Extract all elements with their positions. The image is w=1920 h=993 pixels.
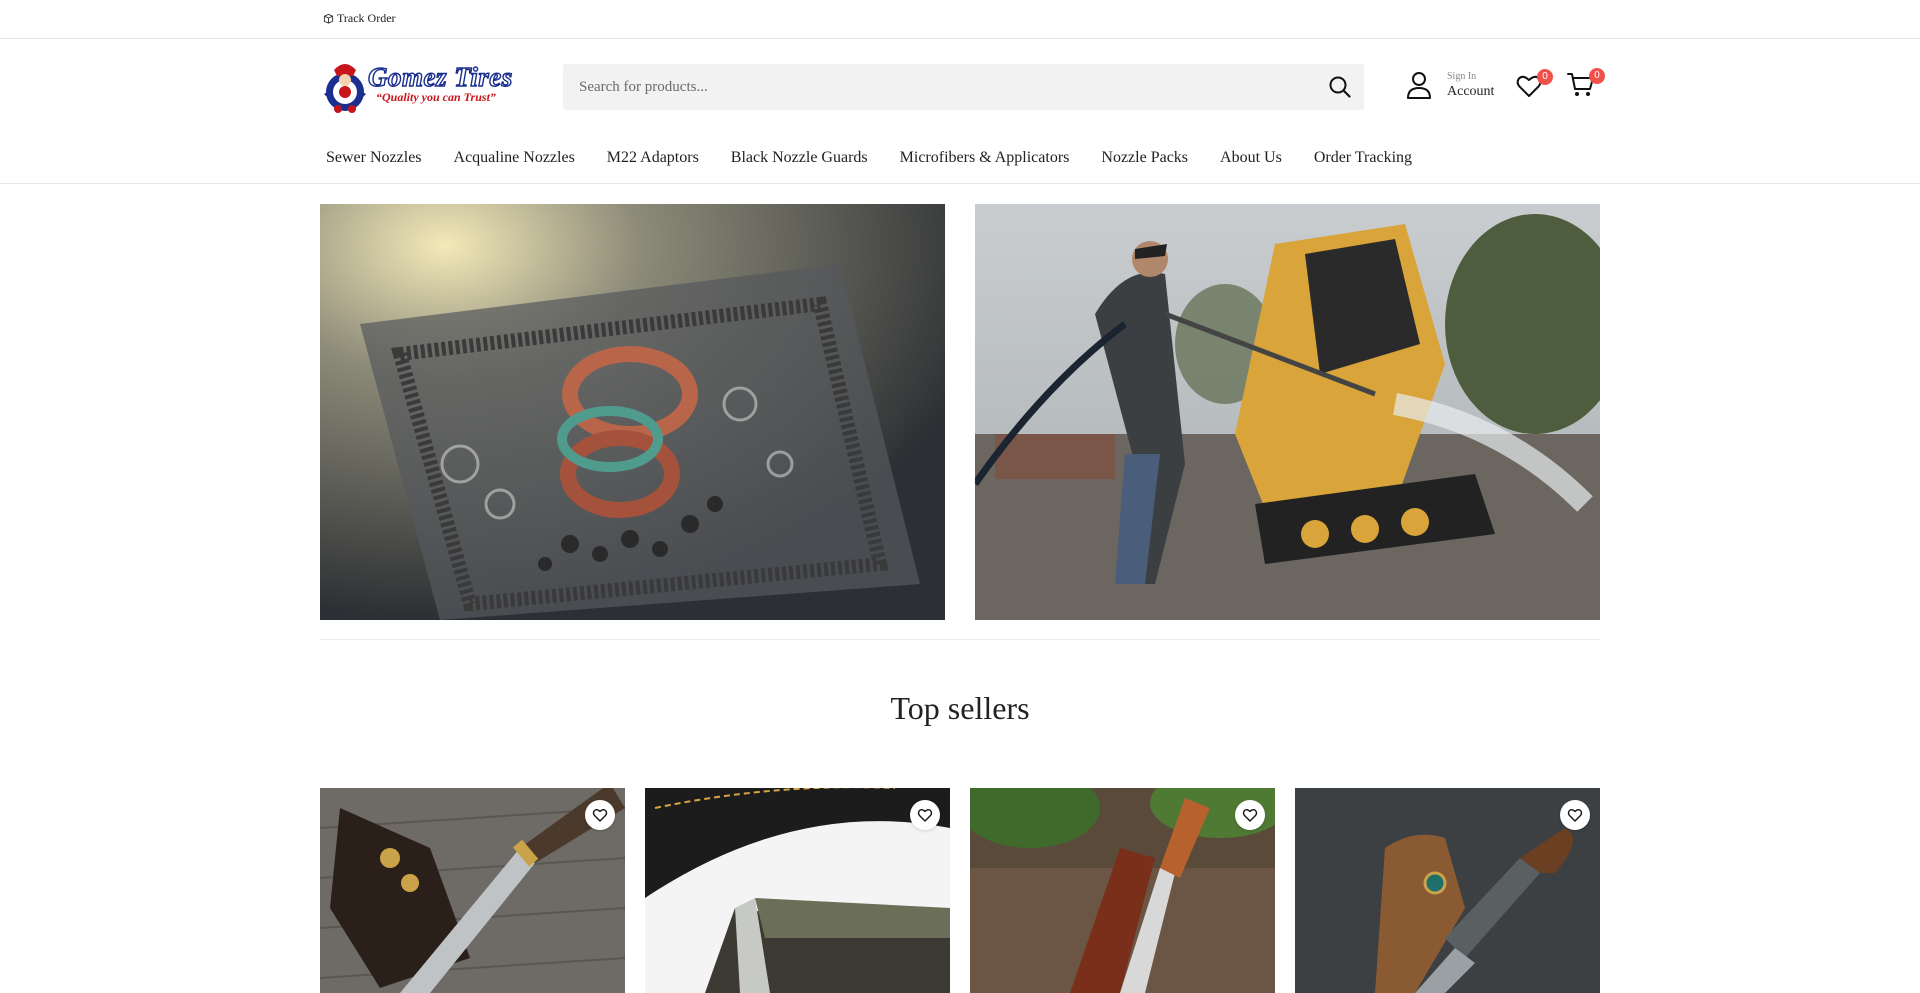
add-to-wishlist-button[interactable] — [1235, 800, 1265, 830]
heart-icon — [917, 809, 933, 822]
section-divider — [320, 639, 1600, 640]
search-bar — [563, 64, 1364, 110]
search-icon[interactable] — [1328, 75, 1352, 99]
add-to-wishlist-button[interactable] — [1560, 800, 1590, 830]
package-icon — [323, 13, 334, 24]
cart-button[interactable]: 0 — [1567, 68, 1605, 99]
product-card[interactable] — [1295, 788, 1600, 993]
search-input[interactable] — [563, 64, 1303, 110]
heart-icon — [1242, 809, 1258, 822]
account-label: Account — [1447, 83, 1495, 99]
nav-item-microfibers-applicators[interactable]: Microfibers & Applicators — [900, 149, 1070, 167]
add-to-wishlist-button[interactable] — [585, 800, 615, 830]
top-sellers-heading: Top sellers — [890, 690, 1030, 726]
logo-slogan: “Quality you can Trust” — [376, 90, 496, 104]
nav-item-black-nozzle-guards[interactable]: Black Nozzle Guards — [731, 149, 868, 167]
logo-wordmark: Gomez Tires — [367, 61, 513, 92]
wishlist-button[interactable]: 0 — [1515, 69, 1553, 100]
gasket-kit-photo — [320, 204, 945, 620]
nav-item-sewer-nozzles[interactable]: Sewer Nozzles — [326, 149, 422, 167]
account-link[interactable]: Sign In Account — [1405, 70, 1494, 100]
cart-count-badge: 0 — [1589, 68, 1605, 84]
banner-gaskets-image[interactable] — [320, 204, 945, 620]
nav-item-m22-adaptors[interactable]: M22 Adaptors — [607, 149, 699, 167]
top-bar: Track Order — [0, 0, 1920, 39]
heart-icon — [1567, 809, 1583, 822]
user-icon — [1407, 72, 1431, 99]
add-to-wishlist-button[interactable] — [910, 800, 940, 830]
product-image — [970, 788, 1275, 993]
main-nav: Sewer Nozzles Acqualine Nozzles M22 Adap… — [0, 140, 1920, 184]
product-image — [645, 788, 950, 993]
heart-icon — [592, 809, 608, 822]
logo-mascot-icon — [324, 64, 366, 113]
nav-item-acqualine-nozzles[interactable]: Acqualine Nozzles — [454, 149, 575, 167]
track-order-label: Track Order — [337, 11, 396, 25]
site-logo[interactable]: Gomez Tires “Quality you can Trust” — [320, 60, 518, 114]
track-order-link[interactable]: Track Order — [323, 11, 396, 26]
product-card[interactable] — [645, 788, 950, 993]
product-image — [1295, 788, 1600, 993]
nav-item-order-tracking[interactable]: Order Tracking — [1314, 149, 1412, 167]
nav-item-nozzle-packs[interactable]: Nozzle Packs — [1101, 149, 1188, 167]
banner-pressure-washing-image[interactable] — [975, 204, 1600, 620]
sign-in-label: Sign In — [1447, 70, 1477, 82]
pressure-washing-photo — [975, 204, 1600, 620]
nav-item-about-us[interactable]: About Us — [1220, 149, 1282, 167]
product-card[interactable] — [970, 788, 1275, 993]
product-card[interactable] — [320, 788, 625, 993]
product-image — [320, 788, 625, 993]
wishlist-count-badge: 0 — [1537, 69, 1553, 85]
